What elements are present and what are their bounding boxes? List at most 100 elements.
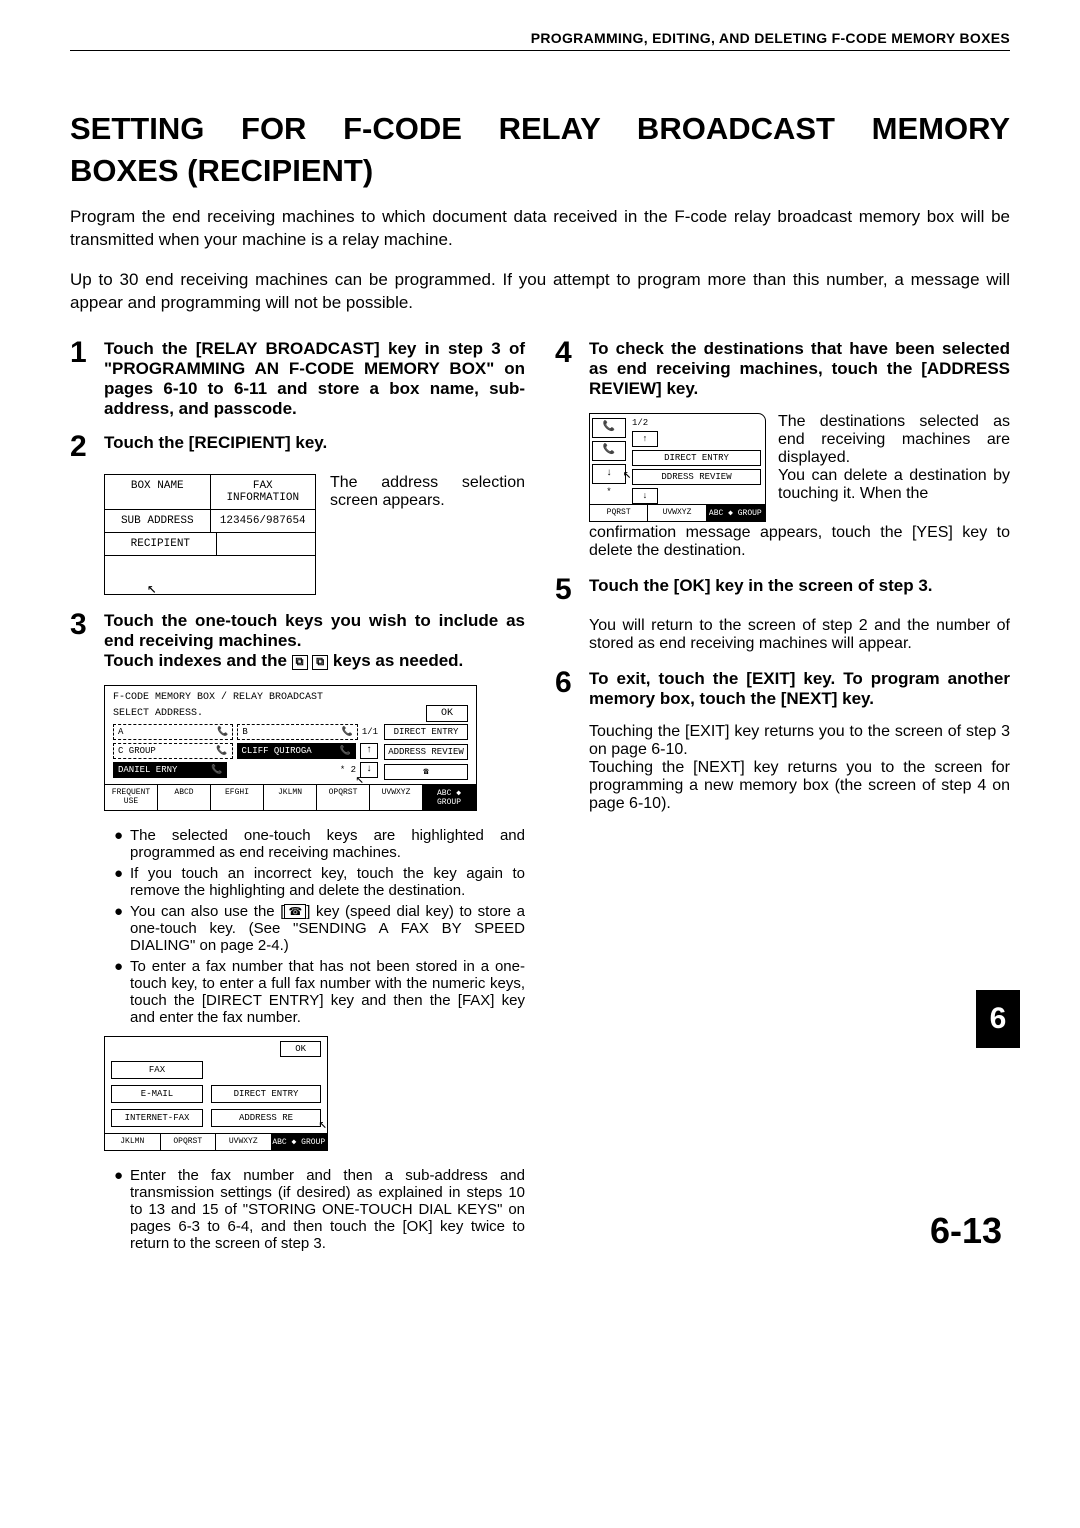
recipient-blank xyxy=(217,533,315,555)
label-box-name: BOX NAME xyxy=(105,475,211,509)
step-3-text-b: Touch indexes and the xyxy=(104,651,287,670)
direct-entry-button[interactable]: DIRECT ENTRY xyxy=(632,450,761,466)
cursor-icon: ↖ xyxy=(623,466,631,483)
address-review-button[interactable]: DDRESS REVIEW ↖ xyxy=(632,469,761,485)
intro-2: Up to 30 end receiving machines can be p… xyxy=(70,269,1010,315)
tab-pqrst[interactable]: PQRST xyxy=(590,505,648,521)
tab-opqrst[interactable]: OPQRST xyxy=(317,785,370,810)
key-cliff[interactable]: CLIFF QUIROGA xyxy=(242,746,312,756)
s3-bullet-3: You can also use the [☎] key (speed dial… xyxy=(130,903,525,954)
ui3-select-label: SELECT ADDRESS. xyxy=(113,708,203,719)
step4-caption-1: The destinations selected as end receivi… xyxy=(778,413,1010,467)
down-arrow-button[interactable]: ↓ xyxy=(632,488,658,504)
phone-icon: 📞 xyxy=(592,441,626,461)
intro-1: Program the end receiving machines to wh… xyxy=(70,206,1010,252)
tab-efghi[interactable]: EFGHI xyxy=(211,785,264,810)
step-5-body: You will return to the screen of step 2 … xyxy=(589,617,1010,653)
up-key-icon: ⧉ xyxy=(292,655,308,670)
key-a[interactable]: A xyxy=(118,727,123,737)
tab-jklmn[interactable]: JKLMN xyxy=(264,785,317,810)
step4-caption-tail: confirmation message appears, touch the … xyxy=(589,524,1010,560)
step-3-text-a: Touch the one-touch keys you wish to inc… xyxy=(104,611,525,650)
step-6-text: To exit, touch the [EXIT] key. To progra… xyxy=(589,669,1010,709)
tab-opqrst[interactable]: OPQRST xyxy=(161,1134,217,1150)
step-number-2: 2 xyxy=(70,433,104,460)
phone-icon: 📞 xyxy=(217,727,228,737)
label-fax-info: FAX INFORMATION xyxy=(211,475,316,509)
key-c-group[interactable]: C GROUP xyxy=(118,746,156,756)
step-4-text: To check the destinations that have been… xyxy=(589,339,1010,399)
section-header: PROGRAMMING, EDITING, AND DELETING F-COD… xyxy=(70,30,1010,46)
tab-abc-group[interactable]: ABC ◆ GROUP xyxy=(423,785,476,810)
ui-address-review: 📞 📞 ↓ * 1/2 ↑ DIRECT ENTRY DDRESS REVIEW xyxy=(589,413,766,522)
up-arrow-button[interactable]: ↑ xyxy=(632,431,658,447)
direct-entry-button[interactable]: DIRECT ENTRY xyxy=(211,1085,321,1103)
step-number-6: 6 xyxy=(555,669,589,709)
tab-uvwxyz[interactable]: UVWXYZ xyxy=(648,505,706,521)
tab-abcd[interactable]: ABCD xyxy=(158,785,211,810)
cursor-icon: ↖ xyxy=(356,771,364,788)
bullet-icon: ● xyxy=(114,1167,130,1252)
star-count: * 2 xyxy=(340,765,356,775)
s3-bullet-1: The selected one-touch keys are highligh… xyxy=(130,827,525,861)
recipient-button[interactable]: RECIPIENT xyxy=(105,533,217,555)
tab-abc-group[interactable]: ABC ◆ GROUP xyxy=(272,1134,328,1150)
recipient-field[interactable]: ↖ xyxy=(105,556,315,594)
s3-bullet-2: If you touch an incorrect key, touch the… xyxy=(130,865,525,899)
bullet-icon: ● xyxy=(114,827,130,861)
step-number-1: 1 xyxy=(70,339,104,419)
step-3-text: Touch the one-touch keys you wish to inc… xyxy=(104,611,525,671)
s3-bullet-5: Enter the fax number and then a sub-addr… xyxy=(130,1167,525,1252)
ui-direct-entry: OK FAX E-MAIL DIRECT ENTRY INTERNET-FAX … xyxy=(104,1036,328,1151)
tab-uvwxyz[interactable]: UVWXYZ xyxy=(370,785,423,810)
chapter-tab: 6 xyxy=(976,990,1020,1048)
page-title-line2: BOXES (RECIPIENT) xyxy=(70,153,1010,189)
ok-button[interactable]: OK xyxy=(280,1041,321,1057)
step4-caption-2: You can delete a destination by touching… xyxy=(778,467,1010,503)
direct-entry-button[interactable]: DIRECT ENTRY xyxy=(384,724,468,740)
key-daniel[interactable]: DANIEL ERNY xyxy=(118,765,177,775)
s3-bullet-4: To enter a fax number that has not been … xyxy=(130,958,525,1026)
bullet-icon: ● xyxy=(114,958,130,1026)
down-arrow-icon[interactable]: ↓ xyxy=(592,464,626,484)
phone-icon: 📞 xyxy=(340,746,351,756)
header-rule xyxy=(70,50,1010,51)
bullet-icon: ● xyxy=(114,865,130,899)
bullet-icon: ● xyxy=(114,903,130,954)
ui3-path: F-CODE MEMORY BOX / RELAY BROADCAST xyxy=(113,692,468,703)
step-6-body-2: Touching the [NEXT] key returns you to t… xyxy=(589,759,1010,813)
key-b[interactable]: B xyxy=(242,727,247,737)
value-sub-address: 123456/987654 xyxy=(211,510,316,532)
address-review-button[interactable]: ADDRESS RE xyxy=(211,1109,321,1127)
page-title-line1: SETTING FOR F-CODE RELAY BROADCAST MEMOR… xyxy=(70,111,1010,147)
up-arrow-button[interactable]: ↑ xyxy=(360,743,378,759)
step-3-text-c: keys as needed. xyxy=(333,651,463,670)
phone-icon: 📞 xyxy=(592,418,626,438)
page-indicator: 1/2 xyxy=(632,418,761,428)
ifax-button[interactable]: INTERNET-FAX xyxy=(111,1109,203,1127)
phone-icon: 📞 xyxy=(342,727,353,737)
cursor-icon: ↖ xyxy=(147,578,157,598)
page-number: 6-13 xyxy=(930,1210,1002,1252)
tab-jklmn[interactable]: JKLMN xyxy=(105,1134,161,1150)
tab-abc-group[interactable]: ABC ◆ GROUP xyxy=(707,505,765,521)
star-label: * xyxy=(592,487,626,497)
speed-dial-icon[interactable]: ☎ xyxy=(384,764,468,780)
ok-button[interactable]: OK xyxy=(426,705,468,722)
step-2-text: Touch the [RECIPIENT] key. xyxy=(104,433,525,460)
step-number-5: 5 xyxy=(555,576,589,603)
address-review-button[interactable]: ADDRESS REVIEW xyxy=(384,744,468,760)
tab-uvwxyz[interactable]: UVWXYZ xyxy=(216,1134,272,1150)
phone-icon: 📞 xyxy=(216,746,227,756)
tab-frequent[interactable]: FREQUENT USE xyxy=(105,785,158,810)
phone-icon: 📞 xyxy=(211,765,222,775)
label-sub-address: SUB ADDRESS xyxy=(105,510,211,532)
cursor-icon: ↖ xyxy=(319,1116,327,1133)
step-1-text: Touch the [RELAY BROADCAST] key in step … xyxy=(104,339,525,419)
step-number-3: 3 xyxy=(70,611,104,671)
down-key-icon: ⧉ xyxy=(312,655,328,670)
email-button[interactable]: E-MAIL xyxy=(111,1085,203,1103)
step-number-4: 4 xyxy=(555,339,589,399)
ui-address-select: F-CODE MEMORY BOX / RELAY BROADCAST SELE… xyxy=(104,685,477,811)
fax-button[interactable]: FAX xyxy=(111,1061,203,1079)
